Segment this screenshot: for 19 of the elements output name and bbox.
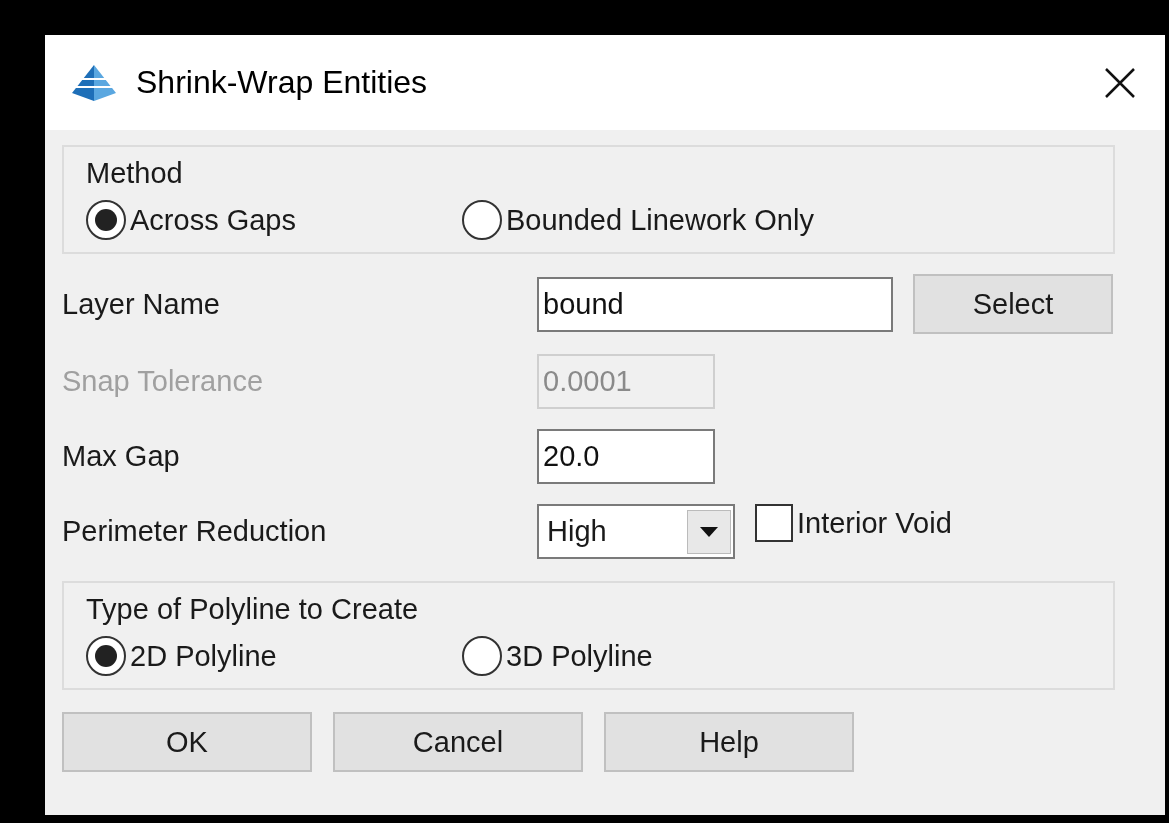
field-label: Snap Tolerance: [62, 365, 264, 398]
dialog-button[interactable]: Cancel: [333, 712, 583, 772]
window-title: Shrink-Wrap Entities: [136, 64, 429, 101]
input-field[interactable]: bound: [537, 276, 893, 332]
group-label: Method: [86, 157, 184, 190]
dialog-button[interactable]: Help: [604, 712, 854, 772]
select-button[interactable]: Select: [913, 274, 1113, 334]
field-label: Layer Name: [62, 287, 221, 321]
input-field[interactable]: 20.0: [537, 429, 715, 484]
radio-option[interactable]: Bounded Linework Only: [462, 200, 838, 240]
group-label: Type of Polyline to Create: [86, 593, 420, 626]
dropdown[interactable]: High: [537, 504, 735, 559]
field-label: Max Gap: [62, 440, 181, 473]
radio-option[interactable]: Across Gaps: [86, 200, 462, 240]
radio-option[interactable]: 2D Polyline: [86, 636, 462, 676]
field-label: Perimeter Reduction: [62, 515, 328, 548]
dialog-button[interactable]: OK: [62, 712, 312, 772]
checkbox-option[interactable]: Interior Void: [755, 504, 952, 542]
radio-option[interactable]: 3D Polyline: [462, 636, 838, 676]
